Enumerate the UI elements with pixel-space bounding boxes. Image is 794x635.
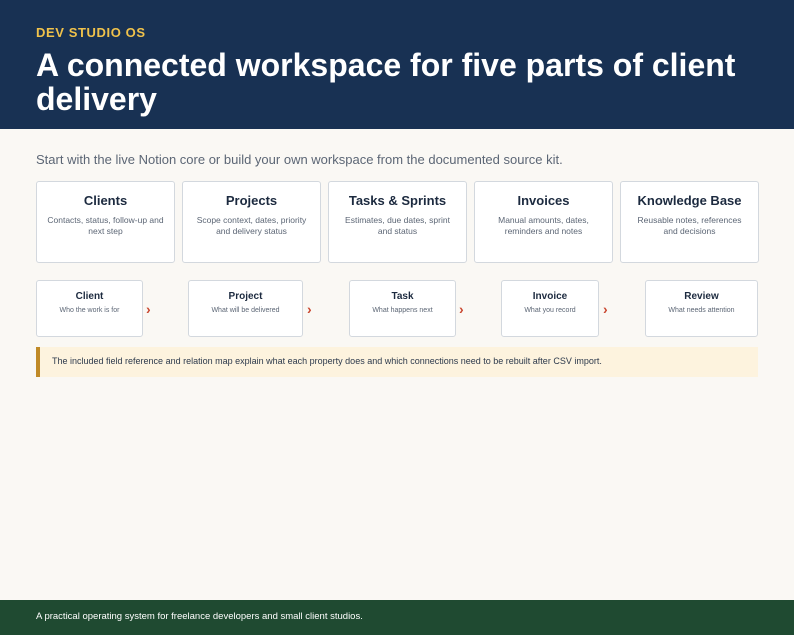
module-desc: Estimates, due dates, sprint and status: [345, 215, 450, 236]
module-title: Clients: [83, 193, 128, 208]
flow-step-project: Project What will be delivered: [188, 280, 303, 337]
hero-header: DEV STUDIO OS A connected workspace for …: [0, 0, 794, 129]
flow-step-sub: What you record: [524, 307, 576, 314]
module-card-tasks-sprints: Tasks & Sprints Estimates, due dates, sp…: [328, 181, 467, 263]
flow-step-sub: What happens next: [372, 307, 433, 314]
module-cards: Clients Contacts, status, follow-up and …: [36, 181, 759, 263]
module-card-clients: Clients Contacts, status, follow-up and …: [36, 181, 175, 263]
info-callout: The included field reference and relatio…: [36, 347, 758, 377]
module-desc: Reusable notes, references and decisions: [637, 215, 742, 236]
module-title: Knowledge Base: [637, 193, 742, 208]
flow-step-label: Project: [228, 291, 263, 302]
flow-step-client: Client Who the work is for: [36, 280, 143, 337]
workflow-diagram: Client Who the work is for › Project Wha…: [36, 280, 758, 338]
module-card-invoices: Invoices Manual amounts, dates, reminder…: [474, 181, 613, 263]
footer-tagline: A practical operating system for freelan…: [0, 600, 794, 635]
module-title: Projects: [225, 193, 278, 208]
chevron-right-icon: ›: [603, 301, 608, 317]
module-title: Tasks & Sprints: [348, 193, 447, 208]
flow-step-invoice: Invoice What you record: [501, 280, 599, 337]
module-card-knowledge-base: Knowledge Base Reusable notes, reference…: [620, 181, 759, 263]
module-desc: Manual amounts, dates, reminders and not…: [498, 215, 589, 236]
flow-step-sub: What needs attention: [668, 307, 735, 314]
flow-step-task: Task What happens next: [349, 280, 456, 337]
flow-step-label: Client: [75, 291, 104, 302]
flow-step-sub: What will be delivered: [211, 307, 280, 314]
flow-step-label: Task: [391, 291, 414, 302]
module-title: Invoices: [517, 193, 570, 208]
chevron-right-icon: ›: [307, 301, 312, 317]
flow-step-sub: Who the work is for: [59, 307, 120, 314]
page-title: A connected workspace for five parts of …: [36, 47, 736, 117]
eyebrow-brand: DEV STUDIO OS: [36, 25, 146, 40]
flow-step-label: Review: [684, 291, 719, 302]
module-desc: Contacts, status, follow-up and next ste…: [47, 215, 164, 236]
intro-text: Start with the live Notion core or build…: [36, 152, 563, 167]
module-desc: Scope context, dates, priority and deliv…: [196, 215, 307, 236]
chevron-right-icon: ›: [146, 301, 151, 317]
chevron-right-icon: ›: [459, 301, 464, 317]
flow-step-review: Review What needs attention: [645, 280, 758, 337]
page: DEV STUDIO OS A connected workspace for …: [0, 0, 794, 635]
flow-step-label: Invoice: [532, 291, 568, 302]
module-card-projects: Projects Scope context, dates, priority …: [182, 181, 321, 263]
